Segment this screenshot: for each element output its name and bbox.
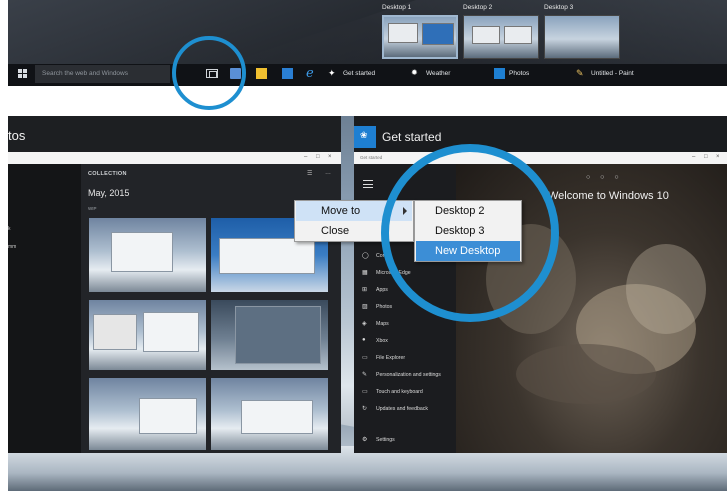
sun-icon: ✹ (411, 68, 418, 77)
maximize-icon[interactable]: □ (316, 154, 320, 160)
collection-heading: COLLECTION (88, 171, 127, 177)
window-header: Get started (354, 126, 727, 152)
photo-thumbnail[interactable] (211, 300, 328, 370)
collection-date: May, 2015 (88, 188, 130, 198)
window-chrome: – □ × (8, 152, 341, 164)
desktop-thumbnail-2[interactable]: Desktop 2 (463, 4, 539, 60)
desktop-label: Desktop 1 (382, 4, 412, 11)
task-view: tos – □ × k mm COLLECTION ☰ … May, 2015 … (8, 116, 727, 491)
carousel-dots[interactable]: ○ ○ ○ (586, 174, 623, 181)
close-icon[interactable]: × (716, 154, 720, 160)
file-explorer-icon[interactable] (256, 68, 267, 79)
taskbar: Search the web and Windows e ✦ Get start… (8, 64, 727, 84)
gear-icon: ⚙ (362, 437, 368, 443)
desktop-label: Desktop 2 (463, 4, 493, 11)
hamburger-menu-icon[interactable] (363, 180, 373, 188)
select-icon[interactable]: ☰ (307, 170, 312, 177)
nav-item[interactable]: k (8, 226, 11, 232)
photos-nav: k mm (8, 164, 81, 453)
photo-thumbnail[interactable] (89, 218, 206, 292)
taskbar-strip: Desktop 1 Desktop 2 Desktop 3 Search the… (8, 0, 727, 86)
photos-icon (494, 68, 505, 79)
store-icon[interactable] (282, 68, 293, 79)
desktop-thumbnail-1[interactable]: Desktop 1 (382, 4, 458, 60)
desktop-label: Desktop 3 (544, 4, 574, 11)
search-placeholder: Search the web and Windows (42, 70, 128, 77)
highlight-circle (172, 36, 246, 110)
lightbulb-icon (354, 126, 376, 148)
lightbulb-icon: ✦ (328, 68, 336, 78)
photo-thumbnail[interactable] (211, 378, 328, 450)
nav-item[interactable]: mm (8, 244, 16, 250)
window-title: Get started (382, 130, 442, 144)
edge-icon[interactable]: e (306, 66, 317, 81)
collection-sub: WIP (88, 206, 97, 211)
more-icon[interactable]: … (325, 170, 331, 176)
photo-thumbnail[interactable] (89, 378, 206, 450)
start-button[interactable] (18, 69, 27, 78)
window-chrome: Get started – □ × (354, 152, 727, 164)
highlight-circle (381, 144, 559, 322)
chrome-title: Get started (360, 155, 383, 160)
hero-welcome-text: Welcome to Windows 10 (548, 190, 669, 202)
page: Desktop 1 Desktop 2 Desktop 3 Search the… (0, 0, 727, 491)
window-title: tos (8, 128, 26, 143)
paint-icon: ✎ (576, 68, 584, 78)
photo-thumbnail[interactable] (89, 300, 206, 370)
photos-window[interactable]: tos – □ × k mm COLLECTION ☰ … May, 2015 … (8, 116, 341, 453)
desktop-thumbnail-3[interactable]: Desktop 3 (544, 4, 620, 60)
minimize-icon[interactable]: – (304, 154, 307, 160)
search-box[interactable]: Search the web and Windows (35, 65, 170, 83)
maximize-icon[interactable]: □ (704, 154, 708, 160)
close-icon[interactable]: × (328, 154, 332, 160)
minimize-icon[interactable]: – (692, 154, 695, 160)
